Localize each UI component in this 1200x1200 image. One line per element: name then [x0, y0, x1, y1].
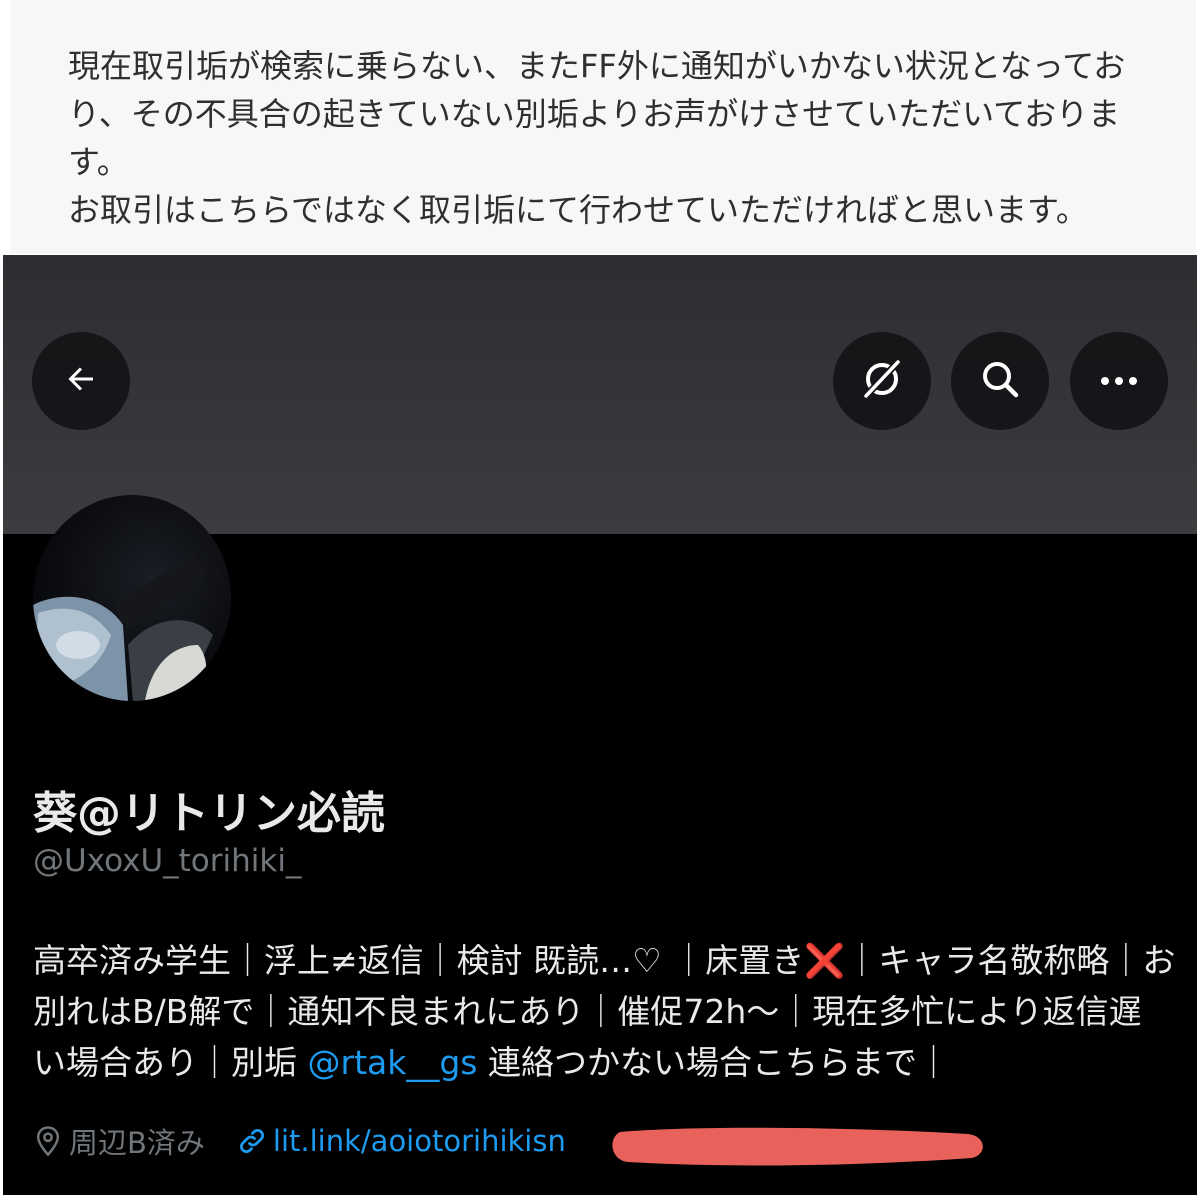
location-pin-icon	[33, 1125, 63, 1157]
bio-text: 高卒済み学生｜浮上≠返信｜検討 既読…♡ ｜床置き	[33, 941, 805, 980]
bio-line: い場合あり｜別垢 @rtak__gs 連絡つかない場合こちらまで｜	[33, 1037, 1173, 1088]
more-button[interactable]	[1070, 332, 1168, 430]
mention-link[interactable]: @rtak__gs	[308, 1043, 478, 1082]
notice-line: 現在取引垢が検索に乗らない、またFF外に通知がいかない状況となってお	[68, 47, 1126, 85]
profile-meta: 周辺B済み lit.link/aoiotorihikisn	[33, 1119, 566, 1163]
user-handle: @UxoxU_torihiki_	[33, 843, 302, 879]
location-text: 周辺B済み	[69, 1126, 205, 1160]
bio-text: ｜キャラ名敬称略｜お	[845, 941, 1176, 980]
notice-line: す。	[68, 143, 129, 181]
profile-bio: 高卒済み学生｜浮上≠返信｜検討 既読…♡ ｜床置き❌｜キャラ名敬称略｜お 別れは…	[33, 935, 1176, 1088]
search-button[interactable]	[951, 332, 1049, 430]
redaction-mark	[608, 1124, 988, 1168]
notice-line: お取引はこちらではなく取引垢にて行わせていただければと思います。	[68, 191, 1088, 229]
profile-screen: 葵@リトリン必読 @UxoxU_torihiki_ 高卒済み学生｜浮上≠返信｜検…	[3, 255, 1197, 1195]
website-text: lit.link/aoiotorihikisn	[272, 1124, 566, 1158]
notice-panel: 現在取引垢が検索に乗らない、またFF外に通知がいかない状況となってお り、その不…	[10, 0, 1196, 254]
search-icon	[978, 357, 1022, 405]
bio-line: 高卒済み学生｜浮上≠返信｜検討 既読…♡ ｜床置き❌｜キャラ名敬称略｜お	[33, 935, 1176, 986]
bio-text: い場合あり｜別垢	[33, 1043, 308, 1082]
back-button[interactable]	[32, 332, 130, 430]
bio-text: 連絡つかない場合こちらまで｜	[477, 1043, 950, 1082]
display-name: 葵@リトリン必読	[33, 788, 385, 839]
grok-icon	[858, 355, 906, 407]
bio-line: 別れはB/B解で｜通知不良まれにあり｜催促72h〜｜現在多忙により返信遅	[33, 992, 1142, 1031]
link-icon	[237, 1126, 267, 1156]
notice-line: り、その不具合の起きていない別垢よりお声がけさせていただいておりま	[68, 95, 1121, 133]
more-dots-icon	[1097, 372, 1141, 391]
avatar[interactable]	[33, 495, 231, 701]
grok-button[interactable]	[833, 332, 931, 430]
notice-text: 現在取引垢が検索に乗らない、またFF外に通知がいかない状況となってお り、その不…	[68, 42, 1168, 234]
profile-website-link[interactable]: lit.link/aoiotorihikisn	[237, 1124, 566, 1158]
cross-mark-icon: ❌	[804, 941, 846, 980]
arrow-left-icon	[63, 361, 99, 401]
location: 周辺B済み	[33, 1120, 205, 1162]
